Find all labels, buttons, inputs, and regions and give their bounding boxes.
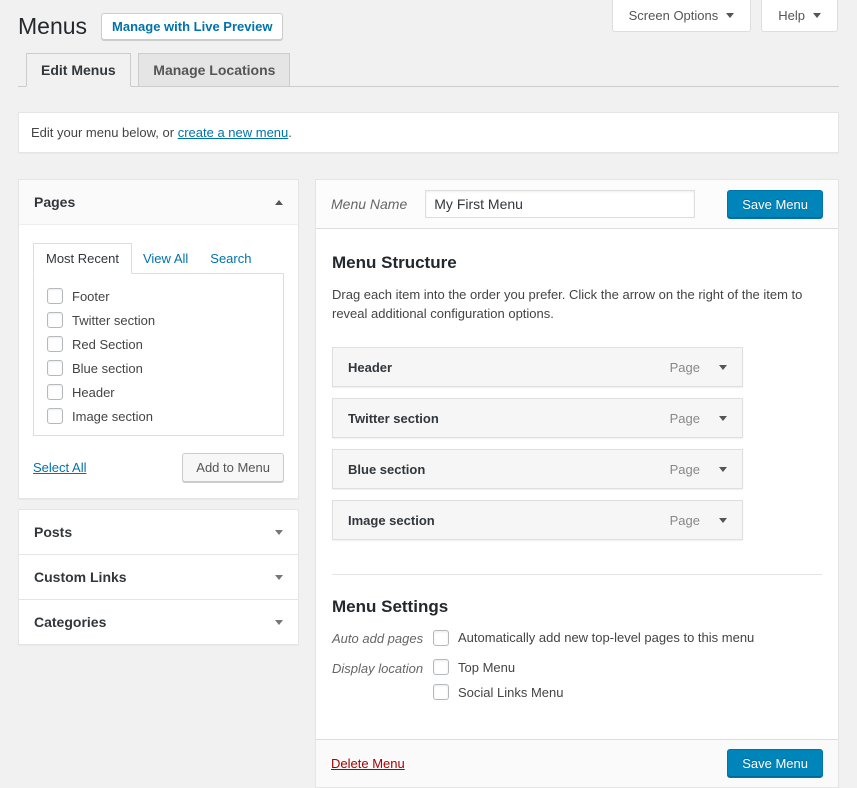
tab-search[interactable]: Search [199,244,262,273]
accordion-custom-links-title: Custom Links [34,569,127,585]
pages-panel-tabs: Most Recent View All Search [33,243,284,273]
chevron-down-icon [813,13,821,18]
collapse-up-icon[interactable] [275,200,283,205]
screen-meta: Screen Options Help [612,0,838,32]
screen-options-label: Screen Options [629,8,719,23]
menu-structure-list: Header Page Twitter section Page [332,347,743,540]
menu-name-bar: Menu Name Save Menu [316,180,838,229]
accordion-categories-title: Categories [34,614,106,630]
page-checkbox-row: Twitter section [47,308,283,332]
menu-item-image-section[interactable]: Image section Page [332,500,743,540]
tab-manage-locations[interactable]: Manage Locations [138,53,290,86]
save-menu-button-top[interactable]: Save Menu [727,190,823,219]
page-checkbox-image-section[interactable] [47,408,63,424]
chevron-down-icon [726,13,734,18]
location-top-menu-text[interactable]: Top Menu [458,660,515,675]
display-location-label: Display location [332,659,433,700]
page-checkbox-row: Blue section [47,356,283,380]
sidebar-accordions: Posts Custom Links Categories [18,509,299,645]
menu-item-label: Image section [348,513,435,528]
menu-item-label: Blue section [348,462,425,477]
menu-settings-section: Menu Settings Auto add pages Automatical… [332,574,822,700]
page-checkbox-footer[interactable] [47,288,63,304]
create-new-menu-link[interactable]: create a new menu [178,125,289,140]
nav-tabs: Edit Menus Manage Locations [18,53,839,87]
page-label[interactable]: Twitter section [72,313,155,328]
page-checkbox-blue-section[interactable] [47,360,63,376]
pages-panel-title: Pages [34,194,75,210]
menu-item-header[interactable]: Header Page [332,347,743,387]
menu-item-label: Header [348,360,392,375]
chevron-down-icon [275,620,283,625]
chevron-down-icon [275,575,283,580]
auto-add-pages-option: Automatically add new top-level pages to… [433,629,754,646]
location-social-links-checkbox[interactable] [433,684,449,700]
add-to-menu-button[interactable]: Add to Menu [182,453,284,482]
pages-checklist: Footer Twitter section Red Section [33,273,284,436]
menu-settings-title: Menu Settings [332,597,822,617]
pages-panel: Pages Most Recent View All Search Footer [18,179,299,499]
menu-item-type: Page [670,411,700,426]
auto-add-pages-text[interactable]: Automatically add new top-level pages to… [458,630,754,645]
location-social-links-option: Social Links Menu [433,684,564,700]
location-social-links-text[interactable]: Social Links Menu [458,685,564,700]
menu-structure-title: Menu Structure [332,253,822,273]
notice-text: Edit your menu below, or [31,125,178,140]
page-checkbox-row: Footer [47,284,283,308]
page-label[interactable]: Blue section [72,361,143,376]
menu-item-type: Page [670,462,700,477]
menu-structure-description: Drag each item into the order you prefer… [332,285,812,323]
location-top-menu-option: Top Menu [433,659,564,675]
pages-panel-content: Most Recent View All Search Footer Twitt… [19,225,298,498]
notice-text-end: . [288,125,292,140]
expand-item-icon[interactable] [719,365,727,370]
menu-item-type: Page [670,360,700,375]
screen-options-button[interactable]: Screen Options [612,0,752,32]
help-button[interactable]: Help [761,0,838,32]
page-checkbox-row: Image section [47,404,283,428]
expand-item-icon[interactable] [719,467,727,472]
save-menu-button-bottom[interactable]: Save Menu [727,749,823,778]
menu-editor-footer: Delete Menu Save Menu [316,739,838,787]
tab-view-all[interactable]: View All [132,244,199,273]
page-checkbox-red-section[interactable] [47,336,63,352]
menu-name-input[interactable] [425,190,695,218]
accordion-categories[interactable]: Categories [18,600,299,645]
menu-item-twitter-section[interactable]: Twitter section Page [332,398,743,438]
accordion-custom-links[interactable]: Custom Links [18,555,299,600]
edit-menu-notice: Edit your menu below, or create a new me… [18,112,839,153]
help-label: Help [778,8,805,23]
menu-name-label: Menu Name [331,196,407,212]
menu-item-blue-section[interactable]: Blue section Page [332,449,743,489]
auto-add-pages-checkbox[interactable] [433,630,449,646]
menu-items-sidebar: Pages Most Recent View All Search Footer [18,179,299,645]
page-label[interactable]: Footer [72,289,110,304]
manage-live-preview-button[interactable]: Manage with Live Preview [101,13,283,40]
expand-item-icon[interactable] [719,416,727,421]
page-checkbox-row: Red Section [47,332,283,356]
page-checkbox-header[interactable] [47,384,63,400]
page-label[interactable]: Image section [72,409,153,424]
pages-panel-header[interactable]: Pages [19,180,298,225]
select-all-link[interactable]: Select All [33,460,86,475]
page-checkbox-row: Header [47,380,283,404]
expand-item-icon[interactable] [719,518,727,523]
tab-most-recent[interactable]: Most Recent [33,243,132,274]
page-title: Menus [18,12,87,41]
auto-add-pages-label: Auto add pages [332,629,433,646]
tab-edit-menus[interactable]: Edit Menus [26,53,131,87]
menu-editor: Menu Name Save Menu Menu Structure Drag … [315,179,839,788]
page-label[interactable]: Header [72,385,115,400]
accordion-posts-title: Posts [34,524,72,540]
location-top-menu-checkbox[interactable] [433,659,449,675]
delete-menu-link[interactable]: Delete Menu [331,756,405,771]
page-checkbox-twitter-section[interactable] [47,312,63,328]
page-label[interactable]: Red Section [72,337,143,352]
accordion-posts[interactable]: Posts [18,509,299,555]
chevron-down-icon [275,530,283,535]
menu-item-type: Page [670,513,700,528]
menu-item-label: Twitter section [348,411,439,426]
